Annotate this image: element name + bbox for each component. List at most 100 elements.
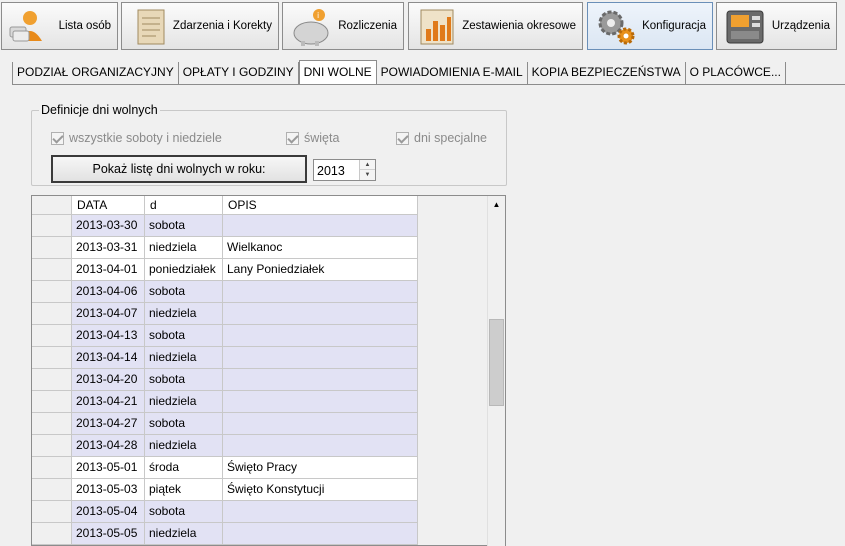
table-row[interactable]: 2013-05-01 środa Święto Pracy <box>32 457 418 479</box>
cell-desc[interactable] <box>223 369 418 390</box>
table-row[interactable]: 2013-05-05 niedziela <box>32 523 418 545</box>
cell-day[interactable]: niedziela <box>145 347 223 368</box>
toolbar-button-lista-osob[interactable]: Lista osób <box>1 2 118 50</box>
cell-date[interactable]: 2013-04-14 <box>72 347 145 368</box>
table-row[interactable]: 2013-04-21 niedziela <box>32 391 418 413</box>
spin-down-icon[interactable]: ▼ <box>360 170 375 180</box>
table-row[interactable]: 2013-04-20 sobota <box>32 369 418 391</box>
cell-date[interactable]: 2013-05-01 <box>72 457 145 478</box>
cell-day[interactable]: sobota <box>145 501 223 522</box>
cell-date[interactable]: 2013-04-06 <box>72 281 145 302</box>
row-header[interactable] <box>32 325 72 346</box>
spin-up-icon[interactable]: ▲ <box>360 160 375 170</box>
toolbar-button-zdarzenia[interactable]: Zdarzenia i Korekty <box>121 2 279 50</box>
cell-day[interactable]: piątek <box>145 479 223 500</box>
column-header-data[interactable]: DATA <box>72 196 145 214</box>
column-header-opis[interactable]: OPIS <box>223 196 418 214</box>
year-stepper[interactable]: 2013 ▲ ▼ <box>313 159 376 181</box>
tab-kopia[interactable]: KOPIA BEZPIECZEŃSTWA <box>527 62 686 84</box>
cell-day[interactable]: sobota <box>145 215 223 236</box>
row-header[interactable] <box>32 369 72 390</box>
row-header[interactable] <box>32 259 72 280</box>
cell-day[interactable]: sobota <box>145 413 223 434</box>
cell-day[interactable]: niedziela <box>145 523 223 544</box>
cell-desc[interactable] <box>223 325 418 346</box>
show-holidays-button[interactable]: Pokaż listę dni wolnych w roku: <box>51 155 307 183</box>
cell-day[interactable]: niedziela <box>145 435 223 456</box>
cell-desc[interactable] <box>223 523 418 544</box>
table-row[interactable]: 2013-05-03 piątek Święto Konstytucji <box>32 479 418 501</box>
table-row[interactable]: 2013-04-14 niedziela <box>32 347 418 369</box>
cell-desc[interactable] <box>223 413 418 434</box>
tab-o-placowce[interactable]: O PLACÓWCE... <box>685 62 786 84</box>
cell-date[interactable]: 2013-03-30 <box>72 215 145 236</box>
table-row[interactable]: 2013-04-06 sobota <box>32 281 418 303</box>
table-row[interactable]: 2013-04-28 niedziela <box>32 435 418 457</box>
cell-day[interactable]: sobota <box>145 281 223 302</box>
tab-dni-wolne[interactable]: DNI WOLNE <box>298 60 377 84</box>
table-row[interactable]: 2013-04-01 poniedziałek Lany Poniedziałek <box>32 259 418 281</box>
cell-desc[interactable] <box>223 215 418 236</box>
cell-date[interactable]: 2013-03-31 <box>72 237 145 258</box>
table-row[interactable]: 2013-04-13 sobota <box>32 325 418 347</box>
cell-desc[interactable] <box>223 501 418 522</box>
checkbox-weekends[interactable]: wszystkie soboty i niedziele <box>51 131 222 145</box>
table-row[interactable]: 2013-03-30 sobota <box>32 215 418 237</box>
checkbox-box[interactable] <box>396 131 409 145</box>
cell-date[interactable]: 2013-04-27 <box>72 413 145 434</box>
cell-date[interactable]: 2013-05-03 <box>72 479 145 500</box>
row-header[interactable] <box>32 501 72 522</box>
cell-date[interactable]: 2013-04-20 <box>72 369 145 390</box>
cell-desc[interactable]: Święto Konstytucji <box>223 479 418 500</box>
cell-date[interactable]: 2013-04-01 <box>72 259 145 280</box>
row-header[interactable] <box>32 457 72 478</box>
cell-desc[interactable]: Wielkanoc <box>223 237 418 258</box>
cell-desc[interactable] <box>223 435 418 456</box>
cell-desc[interactable]: Lany Poniedziałek <box>223 259 418 280</box>
year-value[interactable]: 2013 <box>317 164 345 178</box>
column-header-d[interactable]: d <box>145 196 223 214</box>
cell-desc[interactable]: Święto Pracy <box>223 457 418 478</box>
cell-date[interactable]: 2013-04-07 <box>72 303 145 324</box>
cell-day[interactable]: sobota <box>145 325 223 346</box>
checkbox-box[interactable] <box>286 131 299 145</box>
row-header[interactable] <box>32 523 72 544</box>
cell-day[interactable]: środa <box>145 457 223 478</box>
table-row[interactable]: 2013-04-27 sobota <box>32 413 418 435</box>
toolbar-button-zestawienia[interactable]: Zestawienia okresowe <box>408 2 583 50</box>
row-header[interactable] <box>32 303 72 324</box>
tab-podzial[interactable]: PODZIAŁ ORGANIZACYJNY <box>12 62 179 84</box>
cell-desc[interactable] <box>223 303 418 324</box>
cell-desc[interactable] <box>223 391 418 412</box>
cell-day[interactable]: niedziela <box>145 391 223 412</box>
table-row[interactable]: 2013-04-07 niedziela <box>32 303 418 325</box>
cell-day[interactable]: niedziela <box>145 237 223 258</box>
row-header[interactable] <box>32 215 72 236</box>
scroll-up-icon[interactable]: ▲ <box>488 196 505 213</box>
row-header[interactable] <box>32 413 72 434</box>
row-header[interactable] <box>32 347 72 368</box>
cell-date[interactable]: 2013-04-28 <box>72 435 145 456</box>
row-header[interactable] <box>32 435 72 456</box>
row-header[interactable] <box>32 237 72 258</box>
table-row[interactable]: 2013-03-31 niedziela Wielkanoc <box>32 237 418 259</box>
cell-day[interactable]: niedziela <box>145 303 223 324</box>
tab-oplaty[interactable]: OPŁATY I GODZINY <box>178 62 299 84</box>
cell-date[interactable]: 2013-05-05 <box>72 523 145 544</box>
cell-date[interactable]: 2013-04-13 <box>72 325 145 346</box>
toolbar-button-rozliczenia[interactable]: i Rozliczenia <box>282 2 404 50</box>
cell-date[interactable]: 2013-05-04 <box>72 501 145 522</box>
cell-date[interactable]: 2013-04-21 <box>72 391 145 412</box>
vertical-scrollbar[interactable]: ▲ <box>487 196 505 546</box>
tab-powiadomienia[interactable]: POWIADOMIENIA E-MAIL <box>376 62 528 84</box>
cell-desc[interactable] <box>223 347 418 368</box>
row-header[interactable] <box>32 479 72 500</box>
toolbar-button-konfiguracja[interactable]: Konfiguracja <box>587 2 713 50</box>
table-row[interactable]: 2013-05-04 sobota <box>32 501 418 523</box>
checkbox-box[interactable] <box>51 131 64 145</box>
checkbox-special-days[interactable]: dni specjalne <box>396 131 487 145</box>
cell-desc[interactable] <box>223 281 418 302</box>
cell-day[interactable]: sobota <box>145 369 223 390</box>
checkbox-holidays[interactable]: święta <box>286 131 339 145</box>
row-header[interactable] <box>32 281 72 302</box>
